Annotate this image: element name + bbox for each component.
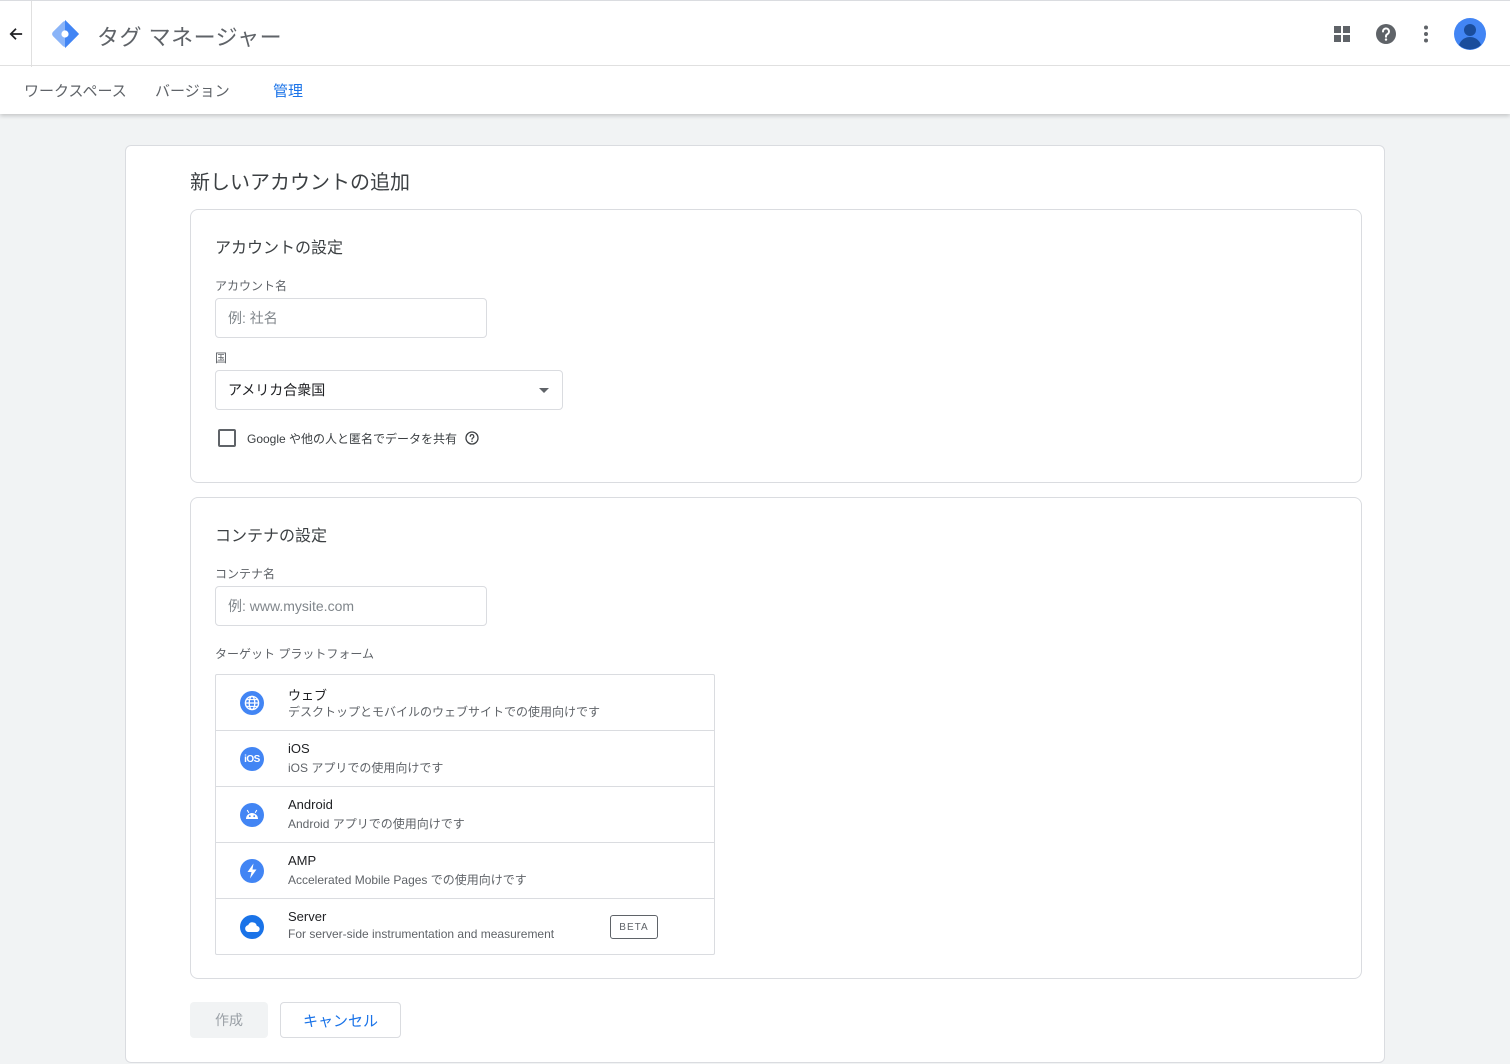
country-select[interactable]: アメリカ合衆国 [215, 370, 563, 410]
app-title: タグ マネージャー [97, 25, 283, 50]
header-row: タグ マネージャー [0, 0, 1510, 67]
container-section-title: コンテナの設定 [215, 528, 328, 545]
back-button[interactable] [0, 1, 32, 67]
tag-manager-logo [52, 19, 80, 49]
platform-name: AMP [288, 853, 317, 868]
tab-versions[interactable]: バージョン [155, 80, 230, 101]
platform-option-amp[interactable]: AMP Accelerated Mobile Pages での使用向けです [216, 843, 714, 899]
platform-list: ウェブ デスクトップとモバイルのウェブサイトでの使用向けです iOS iOS i… [215, 674, 715, 955]
create-button[interactable]: 作成 [190, 1002, 268, 1038]
account-section-title: アカウントの設定 [215, 240, 344, 257]
container-settings-section: コンテナの設定 コンテナ名 ターゲット プラットフォーム ウェブ デスクトップと… [190, 497, 1362, 979]
share-data-row: Google や他の人と匿名でデータを共有 [218, 429, 479, 447]
container-name-input[interactable] [215, 586, 487, 626]
help-outline-icon[interactable] [465, 431, 479, 445]
account-name-input[interactable] [215, 298, 487, 338]
nav-tabs: ワークスペース バージョン 管理 [0, 66, 1510, 114]
account-avatar[interactable] [1454, 18, 1486, 50]
apps-button[interactable] [1327, 19, 1357, 49]
country-label: 国 [215, 351, 228, 365]
platform-name: Android [288, 797, 333, 812]
tab-workspace[interactable]: ワークスペース [24, 80, 127, 101]
help-icon [1376, 24, 1396, 44]
target-platform-label: ターゲット プラットフォーム [215, 647, 374, 661]
platform-description: Android アプリでの使用向けです [288, 817, 465, 831]
dropdown-arrow-icon [539, 388, 549, 393]
platform-description: For server-side instrumentation and meas… [288, 927, 555, 941]
share-data-checkbox[interactable] [218, 429, 236, 447]
more-vert-icon [1424, 25, 1428, 43]
account-settings-section: アカウントの設定 アカウント名 国 アメリカ合衆国 Google や他の人と匿名… [190, 209, 1362, 483]
back-arrow-icon [9, 28, 22, 40]
platform-option-ios[interactable]: iOS iOS iOS アプリでの使用向けです [216, 731, 714, 787]
platform-description: Accelerated Mobile Pages での使用向けです [288, 873, 527, 887]
amp-bolt-icon [240, 859, 264, 883]
globe-icon [240, 691, 264, 715]
account-avatar-icon [1454, 18, 1486, 50]
platform-option-web[interactable]: ウェブ デスクトップとモバイルのウェブサイトでの使用向けです [216, 675, 714, 731]
more-options-button[interactable] [1411, 19, 1441, 49]
container-name-label: コンテナ名 [215, 567, 276, 581]
platform-name: ウェブ [288, 688, 328, 703]
page-title: 新しいアカウントの追加 [190, 172, 410, 194]
android-icon [240, 803, 264, 827]
help-button[interactable] [1371, 19, 1401, 49]
apps-grid-icon [1334, 26, 1350, 42]
beta-badge: BETA [610, 915, 658, 939]
platform-name: Server [288, 909, 327, 924]
platform-name: iOS [288, 741, 310, 756]
tab-admin[interactable]: 管理 [273, 80, 303, 101]
top-app-bar: タグ マネージャー ワークスペース バージョン 管理 [0, 0, 1510, 114]
platform-option-android[interactable]: Android Android アプリでの使用向けです [216, 787, 714, 843]
add-account-card: 新しいアカウントの追加 アカウントの設定 アカウント名 国 アメリカ合衆国 Go… [125, 145, 1385, 1063]
account-name-label: アカウント名 [215, 279, 288, 293]
country-selected-value: アメリカ合衆国 [228, 382, 326, 398]
platform-description: デスクトップとモバイルのウェブサイトでの使用向けです [288, 705, 601, 719]
share-data-label: Google や他の人と匿名でデータを共有 [247, 431, 458, 446]
cancel-button[interactable]: キャンセル [280, 1002, 401, 1038]
platform-option-server[interactable]: Server For server-side instrumentation a… [216, 899, 714, 954]
platform-description: iOS アプリでの使用向けです [288, 761, 444, 775]
ios-icon: iOS [240, 747, 264, 771]
cloud-icon [240, 915, 264, 939]
